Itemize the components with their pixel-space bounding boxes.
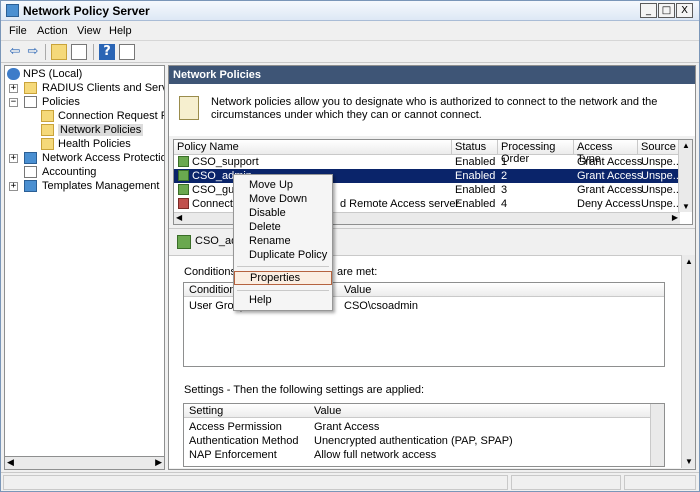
table-header: Policy Name Status Processing Order Acce…: [174, 140, 680, 165]
setting-name: Access Permission: [189, 421, 282, 433]
tree-horizontal-scrollbar[interactable]: ◀ ▶: [4, 456, 165, 470]
detail-vertical-scrollbar[interactable]: ▲ ▼: [681, 255, 695, 468]
setting-value: Grant Access: [314, 421, 380, 433]
column-source[interactable]: Source: [638, 140, 680, 155]
window-controls: _ □ X: [640, 3, 693, 18]
menu-action[interactable]: Action: [37, 25, 68, 37]
settings-grid: Setting Value Access Permission Grant Ac…: [183, 403, 665, 467]
close-button[interactable]: X: [676, 3, 693, 18]
scroll-up-icon[interactable]: ▲: [682, 141, 690, 150]
scroll-down-icon[interactable]: ▼: [682, 202, 690, 211]
scroll-left-icon[interactable]: ◀: [176, 213, 182, 222]
help-icon[interactable]: ?: [99, 44, 115, 60]
toolbar-separator: [45, 44, 46, 60]
status-panel: [3, 475, 508, 490]
description-panel: Network policies allow you to designate …: [169, 84, 695, 136]
column-access-type[interactable]: Access Type: [574, 140, 638, 165]
scroll-right-icon[interactable]: ▶: [155, 457, 162, 468]
expand-icon[interactable]: +: [9, 84, 18, 93]
menu-item-duplicate-policy[interactable]: Duplicate Policy: [234, 249, 332, 263]
nap-icon: [24, 152, 37, 164]
scroll-up-icon[interactable]: ▲: [685, 257, 693, 266]
folder-icon: [41, 138, 54, 150]
folder-icon: [41, 110, 54, 122]
policy-icon: [177, 235, 191, 249]
forward-arrow-icon[interactable]: ⇨: [25, 44, 41, 60]
title-bar[interactable]: Network Policy Server _ □ X: [1, 1, 699, 21]
policies-icon: [24, 96, 37, 108]
table-row[interactable]: CSO_support Enabled 1 Grant Access Unspe…: [174, 155, 682, 169]
back-arrow-icon[interactable]: ⇦: [7, 44, 23, 60]
menu-item-move-up[interactable]: Move Up: [234, 179, 332, 193]
table-vertical-scrollbar[interactable]: ▲ ▼: [678, 140, 692, 212]
column-processing-order[interactable]: Processing Order: [498, 140, 574, 165]
up-folder-icon[interactable]: [51, 44, 67, 60]
menu-separator: [237, 290, 329, 291]
menu-item-help[interactable]: Help: [234, 294, 332, 308]
maximize-button[interactable]: □: [658, 3, 675, 18]
menu-bar: File Action View Help: [1, 21, 699, 41]
menu-item-rename[interactable]: Rename: [234, 235, 332, 249]
templates-icon: [24, 180, 37, 192]
setting-name: NAP Enforcement: [189, 449, 277, 461]
app-window: Network Policy Server _ □ X File Action …: [0, 0, 700, 492]
expand-icon[interactable]: +: [9, 154, 18, 163]
policy-icon: [178, 184, 189, 195]
menu-item-disable[interactable]: Disable: [234, 207, 332, 221]
status-bar: [1, 472, 699, 491]
policy-icon: [178, 156, 189, 167]
window-title: Network Policy Server: [23, 4, 150, 18]
show-hide-tree-icon[interactable]: [71, 44, 87, 60]
policy-icon: [178, 170, 189, 181]
minimize-button[interactable]: _: [640, 3, 657, 18]
expand-icon[interactable]: +: [9, 182, 18, 191]
accounting-icon: [24, 166, 37, 178]
setting-value: Allow full network access: [314, 449, 437, 461]
conditions-label-tail: are met:: [337, 266, 378, 278]
menu-file[interactable]: File: [9, 25, 27, 37]
toolbar: ⇦ ⇨ ?: [1, 41, 699, 63]
context-menu: Move Up Move Down Disable Delete Rename …: [233, 174, 333, 311]
menu-item-delete[interactable]: Delete: [234, 221, 332, 235]
status-panel: [624, 475, 696, 490]
navigation-tree: NPS (Local) + RADIUS Clients and Servers…: [4, 65, 165, 470]
settings-label: Settings - Then the following settings a…: [184, 384, 425, 396]
menu-view[interactable]: View: [77, 25, 101, 37]
status-panel: [511, 475, 621, 490]
menu-item-properties[interactable]: Properties: [234, 271, 332, 285]
scroll-right-icon[interactable]: ▶: [672, 213, 678, 222]
pane-header: Network Policies: [169, 66, 695, 84]
deny-policy-icon: [178, 198, 189, 209]
menu-item-move-down[interactable]: Move Down: [234, 193, 332, 207]
setting-name: Authentication Method: [189, 435, 299, 447]
menu-separator: [237, 266, 329, 267]
folder-icon: [24, 82, 37, 94]
collapse-icon[interactable]: −: [9, 98, 18, 107]
server-icon: [7, 68, 20, 80]
settings-header: Setting Value: [184, 404, 664, 418]
column-status[interactable]: Status: [452, 140, 498, 155]
menu-help[interactable]: Help: [109, 25, 132, 37]
column-policy-name[interactable]: Policy Name: [174, 140, 452, 155]
properties-pane-icon[interactable]: [119, 44, 135, 60]
setting-value: Unencrypted authentication (PAP, SPAP): [314, 435, 513, 447]
scroll-down-icon[interactable]: ▼: [685, 457, 693, 466]
settings-scrollbar[interactable]: [650, 404, 664, 466]
scroll-left-icon[interactable]: ◀: [7, 457, 14, 468]
condition-value: CSO\csoadmin: [344, 300, 418, 312]
document-icon: [179, 96, 199, 120]
description-text: Network policies allow you to designate …: [211, 96, 658, 121]
toolbar-separator: [93, 44, 94, 60]
nps-app-icon: [6, 4, 19, 17]
folder-icon: [41, 124, 54, 136]
